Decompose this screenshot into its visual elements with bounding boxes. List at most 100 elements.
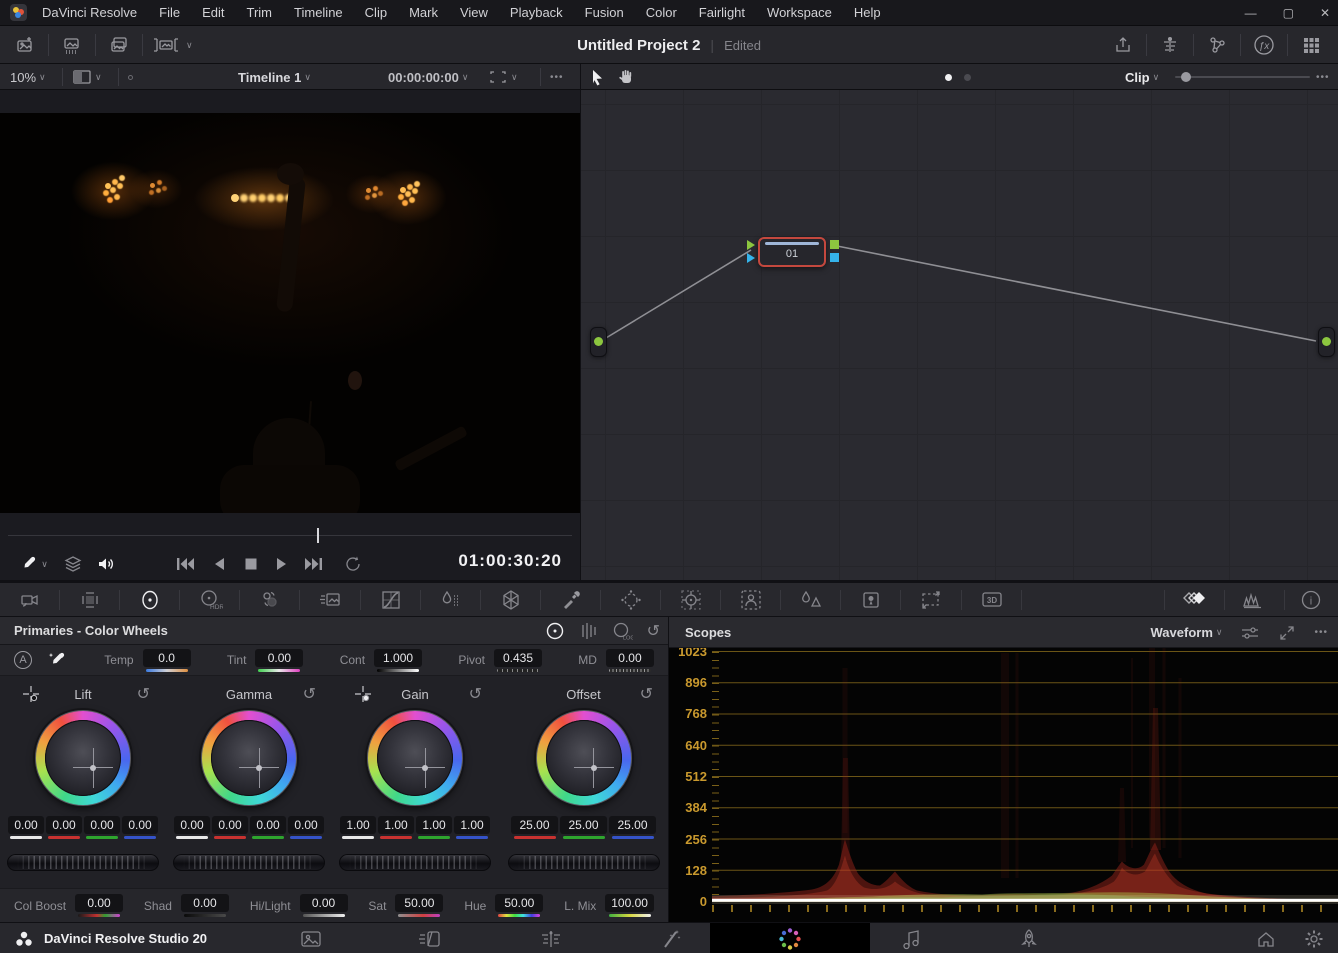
scopes-panel-tab[interactable]	[1224, 583, 1284, 617]
media-pool-button[interactable]	[102, 31, 136, 59]
offset-green-value[interactable]: 25.00	[560, 816, 607, 834]
hdr-grade-tab[interactable]: HDR	[180, 583, 241, 617]
minimize-button[interactable]: —	[1245, 6, 1257, 20]
split-screen-button[interactable]	[149, 31, 183, 59]
gamma-blue-value[interactable]: 0.00	[288, 816, 324, 834]
menu-help[interactable]: Help	[843, 5, 892, 20]
menu-playback[interactable]: Playback	[499, 5, 574, 20]
lift-master-wheel[interactable]	[7, 854, 159, 871]
menu-view[interactable]: View	[449, 5, 499, 20]
project-settings-icon[interactable]	[1304, 929, 1324, 949]
lift-wheel-surface[interactable]	[45, 720, 121, 796]
gamma-reset-icon[interactable]: ↺	[303, 684, 316, 706]
project-manager-icon[interactable]	[1256, 930, 1276, 948]
page-deliver[interactable]	[994, 923, 1064, 953]
menu-timeline[interactable]: Timeline	[283, 5, 354, 20]
node-select-tool[interactable]	[588, 64, 606, 90]
lift-red-value[interactable]: 0.00	[46, 816, 82, 834]
menu-trim[interactable]: Trim	[236, 5, 284, 20]
grab-still-button[interactable]	[8, 31, 42, 59]
scope-options-menu[interactable]: •••	[1314, 627, 1328, 638]
menu-edit[interactable]: Edit	[191, 5, 235, 20]
scope-settings-icon[interactable]	[1240, 624, 1260, 642]
offset-red-value[interactable]: 25.00	[511, 816, 558, 834]
blur-tab[interactable]	[781, 583, 842, 617]
menu-clip[interactable]: Clip	[354, 5, 398, 20]
key-output-port[interactable]	[830, 253, 839, 262]
gallery-stills-button[interactable]	[55, 31, 89, 59]
playhead[interactable]	[317, 528, 319, 543]
nodes-panel-icon[interactable]	[1200, 31, 1234, 59]
gain-blue-value[interactable]: 1.00	[454, 816, 490, 834]
output-node[interactable]	[1318, 327, 1335, 357]
color-match-tab[interactable]	[60, 583, 121, 617]
gallery-page-dots[interactable]	[945, 64, 971, 90]
offset-master-wheel[interactable]	[507, 854, 660, 871]
menu-workspace[interactable]: Workspace	[756, 5, 843, 20]
menu-file[interactable]: File	[148, 5, 191, 20]
luma-mix-value[interactable]: 100.00	[605, 894, 654, 912]
page-fusion[interactable]	[637, 923, 707, 953]
curves-tab[interactable]	[361, 583, 421, 617]
gamma-green-value[interactable]: 0.00	[250, 816, 286, 834]
chevron-down-icon[interactable]: ∨	[186, 40, 193, 51]
color-boost-value[interactable]: 0.00	[75, 894, 124, 912]
color-warper-tab[interactable]	[421, 583, 481, 617]
lift-green-value[interactable]: 0.00	[84, 816, 120, 834]
node-zoom-slider[interactable]	[1175, 64, 1310, 90]
rgb-input-port[interactable]	[747, 240, 755, 250]
lift-blue-value[interactable]: 0.00	[122, 816, 158, 834]
reset-all-icon[interactable]: ↺	[647, 621, 660, 641]
color-slice-tab[interactable]	[240, 583, 301, 617]
stereo-3d-tab[interactable]: 3D	[962, 583, 1022, 617]
close-button[interactable]: ✕	[1320, 6, 1330, 20]
menu-fusion[interactable]: Fusion	[574, 5, 635, 20]
menu-davinci-resolve[interactable]: DaVinci Resolve	[36, 5, 148, 20]
keyframes-panel-tab[interactable]	[1164, 583, 1224, 617]
viewer-options-menu[interactable]: •••	[550, 64, 564, 90]
shadows-value[interactable]: 0.00	[180, 894, 229, 912]
menu-fairlight[interactable]: Fairlight	[688, 5, 756, 20]
lift-reset-icon[interactable]: ↺	[137, 684, 150, 706]
saturation-value[interactable]: 50.00	[395, 894, 444, 912]
gain-color-wheel[interactable]	[367, 710, 463, 806]
gamma-red-value[interactable]: 0.00	[212, 816, 248, 834]
wheels-mode-icon[interactable]	[545, 621, 565, 641]
midtone-detail-value[interactable]: 0.00	[605, 648, 654, 667]
gain-red-value[interactable]: 1.00	[378, 816, 414, 834]
offset-blue-value[interactable]: 25.00	[609, 816, 656, 834]
gain-master-wheel[interactable]	[339, 854, 491, 871]
motion-effects-tab[interactable]	[300, 583, 361, 617]
layout-presets-icon[interactable]	[1153, 31, 1187, 59]
gamma-master-value[interactable]: 0.00	[174, 816, 210, 834]
offset-wheel-surface[interactable]	[545, 720, 622, 796]
safe-area-select[interactable]: ∨	[488, 64, 518, 90]
menu-color[interactable]: Color	[635, 5, 688, 20]
scrub-track[interactable]	[8, 535, 572, 536]
page-fairlight[interactable]	[876, 923, 946, 953]
log-mode-icon[interactable]: LOG	[611, 621, 633, 641]
bars-mode-icon[interactable]	[579, 621, 597, 641]
viewer-zoom-select[interactable]: 10% ∨	[10, 64, 46, 90]
lift-master-value[interactable]: 0.00	[8, 816, 44, 834]
page-media[interactable]	[276, 923, 346, 953]
temp-value[interactable]: 0.0	[142, 648, 191, 667]
sizing-tab[interactable]	[901, 583, 962, 617]
rgb-output-port[interactable]	[830, 240, 839, 249]
pivot-value[interactable]: 0.435	[494, 648, 543, 667]
node-options-menu[interactable]: •••	[1316, 64, 1330, 90]
share-icon[interactable]	[1106, 31, 1140, 59]
source-node[interactable]	[590, 327, 607, 357]
magic-mask-tab[interactable]	[721, 583, 782, 617]
unmix-icon[interactable]	[60, 552, 86, 576]
play-button[interactable]	[269, 552, 295, 576]
page-edit[interactable]	[516, 923, 586, 953]
go-to-start-button[interactable]	[172, 552, 198, 576]
scope-type-select[interactable]: Waveform ∨	[1151, 625, 1223, 640]
color-wheels-tab[interactable]	[120, 583, 181, 617]
menu-mark[interactable]: Mark	[398, 5, 449, 20]
white-balance-picker-icon[interactable]	[46, 650, 68, 670]
mute-icon[interactable]	[93, 552, 119, 576]
node-mode-select[interactable]: Clip ∨	[1125, 64, 1159, 90]
wipe-mode-select[interactable]: ∨	[72, 64, 102, 90]
